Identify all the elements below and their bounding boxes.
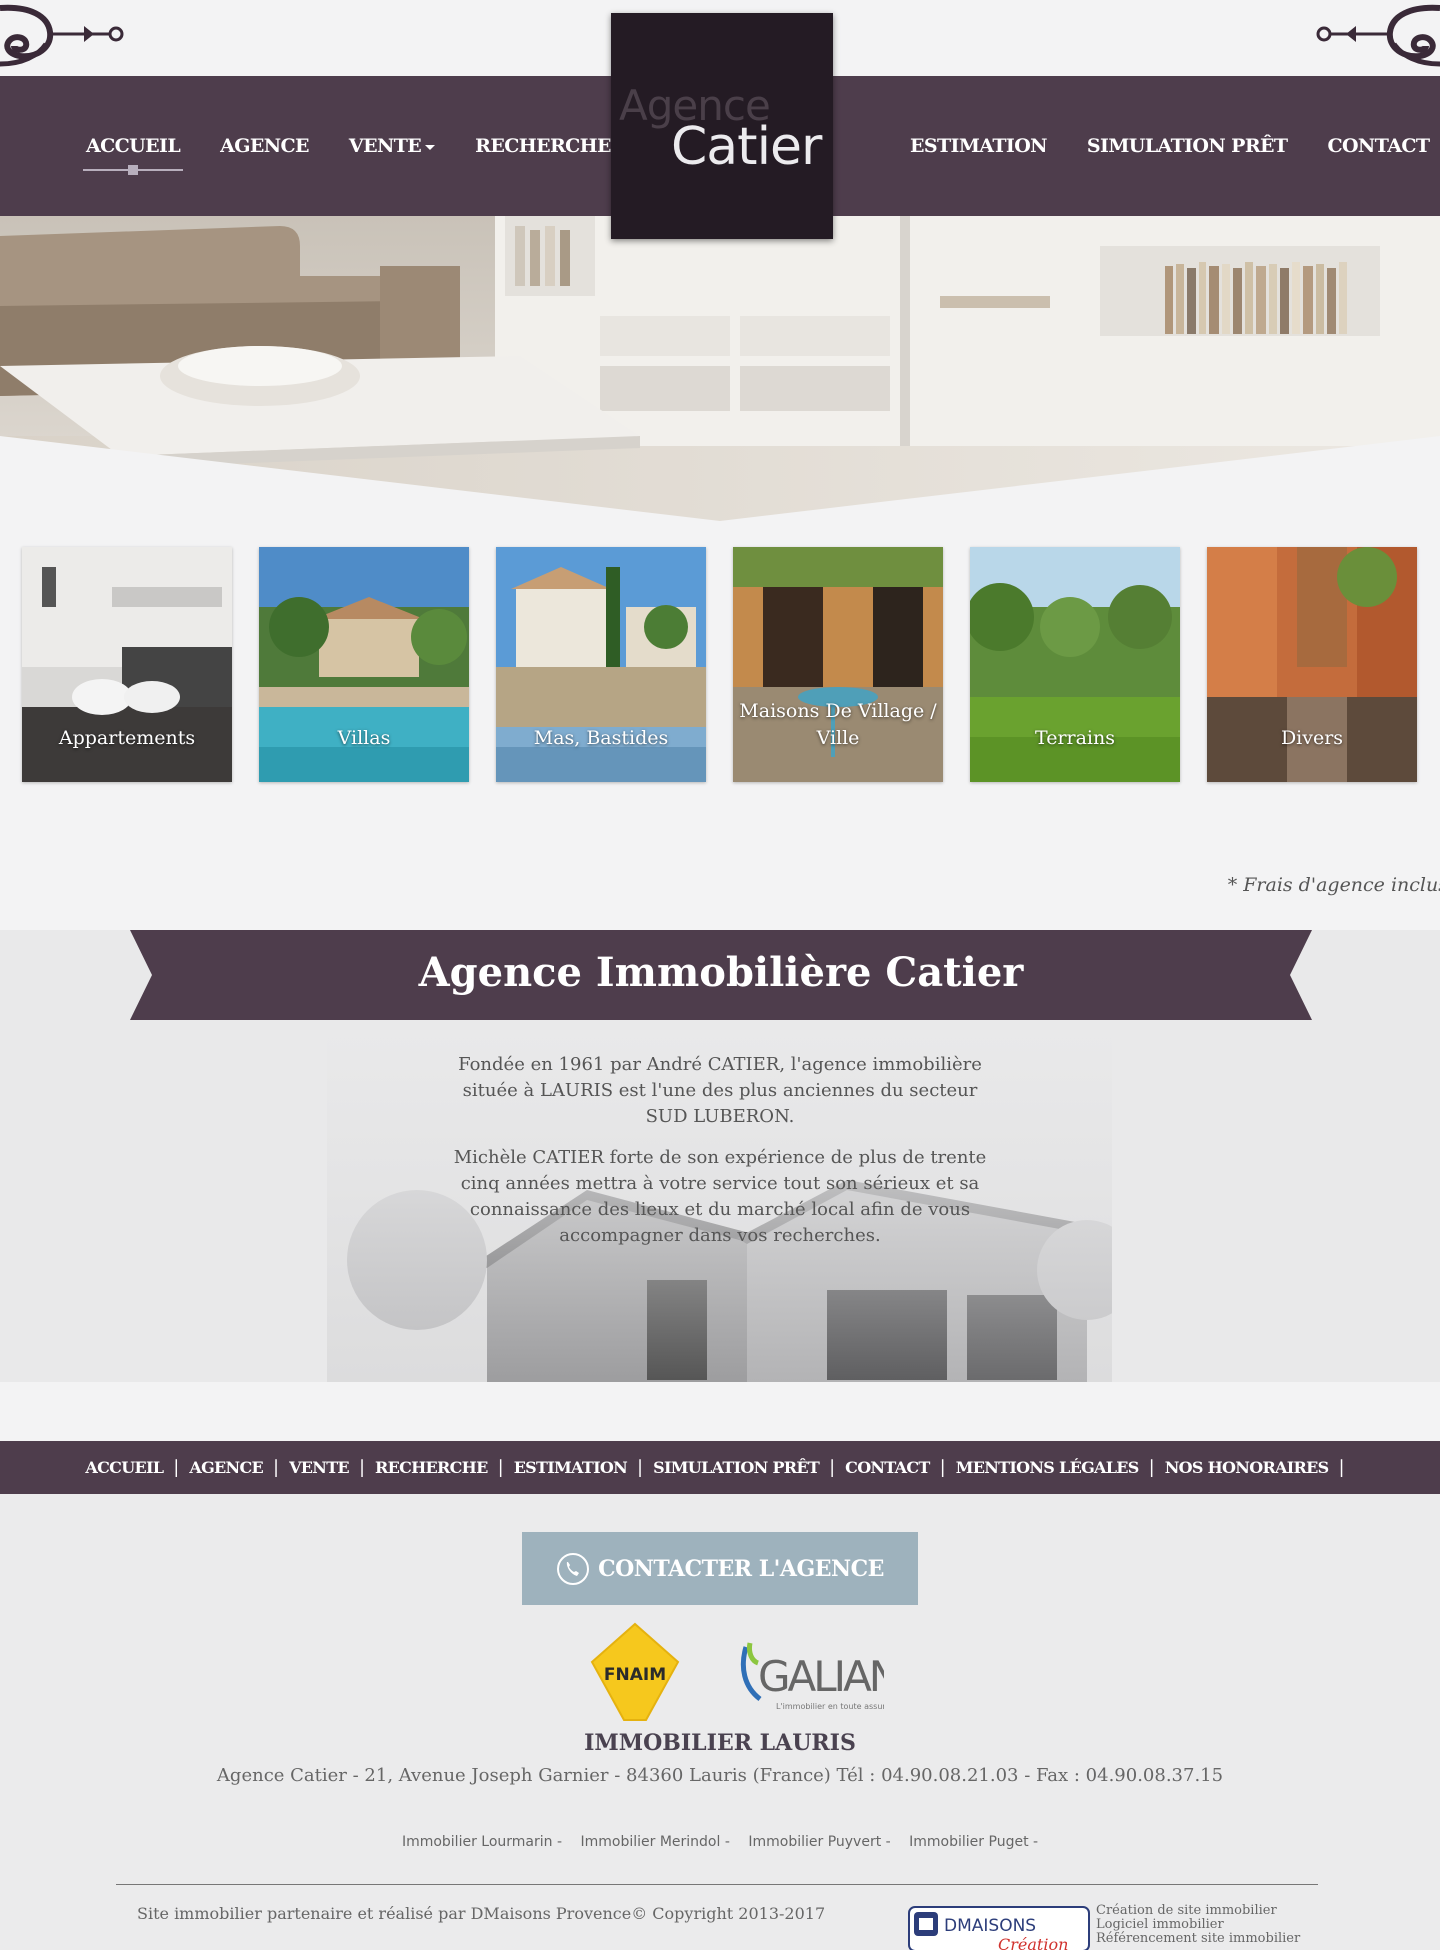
tile-label: Divers: [1280, 727, 1344, 749]
nav-vente-label: VENTE: [348, 135, 422, 157]
contact-agency-label: CONTACTER L'AGENCE: [598, 1555, 884, 1582]
dmaisons-logo-text: DMAISONS: [944, 1916, 1036, 1936]
tile-label: Appartements: [58, 727, 196, 749]
footer-nav-separator: |: [1148, 1457, 1155, 1478]
logo-line2: Catier: [671, 117, 822, 177]
about-title: Agence Immobilière Catier: [418, 949, 1024, 996]
category-tile-villas[interactable]: Villas: [259, 547, 469, 782]
ornament-left: [0, 4, 124, 67]
contact-agency-button[interactable]: CONTACTER L'AGENCE: [522, 1532, 918, 1605]
immobilier-lauris-title: IMMOBILIER LAURIS: [584, 1730, 856, 1756]
category-tiles: Appartements Villas Mas, Bastides Maison…: [22, 547, 1422, 783]
footer-nav-separator: |: [273, 1457, 280, 1478]
footer-navbar: ACCUEIL | AGENCE | VENTE | RECHERCHE | ESTIM…: [0, 1441, 1440, 1494]
tile-label: Mas, Bastides: [533, 727, 669, 749]
nav-agence[interactable]: AGENCE: [220, 135, 309, 157]
phone-icon: [557, 1552, 590, 1585]
hero-banner-image: [0, 216, 1440, 521]
galian-logo-text: GALIAN: [758, 1652, 884, 1701]
footer-nav-simulation-pret[interactable]: SIMULATION PRÊT: [653, 1458, 820, 1477]
tile-label: Villas: [337, 727, 391, 749]
category-tile-maisons-village[interactable]: Maisons De Village / Ville: [733, 547, 943, 782]
fnaim-logo[interactable]: FNAIM: [586, 1622, 684, 1722]
ornament-right: [1316, 4, 1440, 67]
footer-nav-separator: |: [637, 1457, 644, 1478]
footer-nav-separator: |: [497, 1457, 504, 1478]
footer-nav-vente[interactable]: VENTE: [289, 1458, 350, 1477]
galian-tagline: L'immobilier en toute assurance: [776, 1702, 884, 1711]
footer-nav-separator: |: [829, 1457, 836, 1478]
footer-nav-separator: |: [1338, 1457, 1345, 1478]
footer-nav-contact[interactable]: CONTACT: [845, 1458, 930, 1477]
category-tile-divers[interactable]: Divers: [1207, 547, 1417, 782]
footer-nav-separator: |: [358, 1457, 366, 1478]
city-link-merindol[interactable]: Immobilier Merindol -: [580, 1834, 729, 1850]
dropdown-caret-icon: [425, 144, 436, 150]
fnaim-logo-text: FNAIM: [604, 1665, 666, 1685]
category-tile-mas-bastides[interactable]: Mas, Bastides: [496, 547, 706, 782]
copyright-text: Site immobilier partenaire et réalisé pa…: [137, 1904, 826, 1923]
nav-recherche[interactable]: RECHERCHE: [475, 135, 611, 157]
agency-address: Agence Catier - 21, Avenue Joseph Garnie…: [216, 1765, 1224, 1786]
footer-nav-separator: |: [173, 1457, 180, 1478]
nav-accueil[interactable]: ACCUEIL: [82, 135, 184, 175]
city-link-lourmarin[interactable]: Immobilier Lourmarin -: [402, 1834, 562, 1850]
about-text: Fondée en 1961 par André CATIER, l'agenc…: [440, 1052, 1000, 1264]
nav-group-left: ACCUEIL AGENCE VENTE RECHERCHE: [82, 76, 612, 216]
footer-nav-accueil[interactable]: ACCUEIL: [85, 1458, 164, 1477]
footer-nav-estimation[interactable]: ESTIMATION: [514, 1458, 628, 1477]
nav-estimation[interactable]: ESTIMATION: [910, 135, 1048, 157]
about-paragraph-2: Michèle CATIER forte de son expérience d…: [453, 1147, 987, 1246]
footer-nav-mentions-legales[interactable]: MENTIONS LÉGALES: [956, 1458, 1140, 1477]
about-paragraph-1: Fondée en 1961 par André CATIER, l'agenc…: [458, 1054, 982, 1127]
category-tile-appartements[interactable]: Appartements: [22, 547, 232, 782]
dm-link-creation[interactable]: Création de site immobilier: [1096, 1904, 1300, 1918]
city-link-puget[interactable]: Immobilier Puget -: [909, 1834, 1038, 1850]
dm-link-referencement[interactable]: Référencement site immobilier: [1096, 1932, 1300, 1946]
footer-nav-separator: |: [939, 1457, 946, 1478]
dm-link-logiciel[interactable]: Logiciel immobilier: [1096, 1918, 1300, 1932]
footer-nav-recherche[interactable]: RECHERCHE: [375, 1458, 488, 1477]
galian-logo[interactable]: GALIAN L'immobilier en toute assurance: [738, 1627, 884, 1719]
site-footer: CONTACTER L'AGENCE FNAIM GALIAN L'immobi…: [0, 1494, 1440, 1950]
agency-fees-note: * Frais d'agence inclus: [1227, 874, 1440, 896]
footer-divider: [116, 1884, 1318, 1885]
dmaisons-links: Création de site immobilier Logiciel imm…: [1096, 1904, 1300, 1946]
dmaisons-logo-sub: Création: [998, 1935, 1068, 1950]
nav-contact[interactable]: CONTACT: [1327, 135, 1430, 157]
footer-nav-agence[interactable]: AGENCE: [189, 1458, 263, 1477]
dmaisons-logo[interactable]: DMAISONS Création: [908, 1906, 1090, 1950]
city-link-puyvert[interactable]: Immobilier Puyvert -: [748, 1834, 890, 1850]
city-links: Immobilier Lourmarin - Immobilier Merind…: [0, 1834, 1440, 1850]
tile-label: Maisons De Village / Ville: [739, 700, 937, 749]
nav-group-right: ESTIMATION SIMULATION PRÊT CONTACT: [910, 76, 1430, 216]
nav-vente[interactable]: VENTE: [348, 135, 436, 157]
category-tile-terrains[interactable]: Terrains: [970, 547, 1180, 782]
agence-catier-logo[interactable]: Agence Catier: [611, 13, 833, 239]
footer-nav-nos-honoraires[interactable]: NOS HONORAIRES: [1165, 1458, 1329, 1477]
about-section: Agence Immobilière Catier Fondée en 1961…: [0, 930, 1440, 1382]
nav-simulation-pret[interactable]: SIMULATION PRÊT: [1087, 135, 1288, 157]
tile-label: Terrains: [1035, 727, 1115, 749]
